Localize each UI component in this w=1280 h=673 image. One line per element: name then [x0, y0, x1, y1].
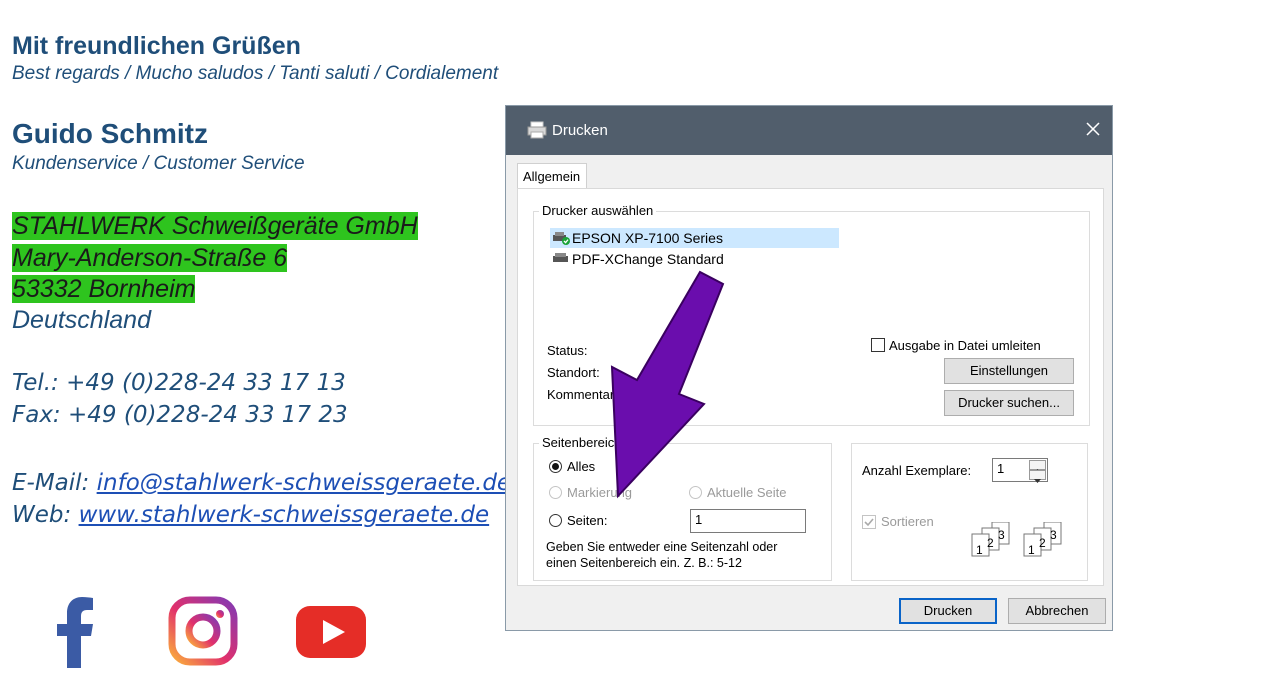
print-dialog: Drucken Allgemein Drucker auswählen EPSO…: [505, 105, 1113, 631]
youtube-icon[interactable]: [296, 606, 366, 658]
collate-label: Sortieren: [881, 514, 934, 529]
street: Mary-Anderson-Straße 6: [12, 244, 288, 273]
annotation-arrow: [600, 262, 730, 502]
facebook-icon[interactable]: [55, 596, 95, 668]
copies-label: Anzahl Exemplare:: [862, 463, 972, 478]
greeting-subtitle: Best regards / Mucho saludos / Tanti sal…: [12, 63, 499, 84]
web-label: Web:: [12, 502, 79, 528]
collate-illustration: 1 2 3 1 2 3: [970, 521, 1070, 562]
city: 53332 Bornheim: [12, 275, 196, 304]
greeting: Mit freundlichen Grüßen: [12, 32, 301, 60]
print-to-file-checkbox[interactable]: [871, 338, 885, 352]
web-link[interactable]: www.stahlwerk-schweissgeraete.de: [79, 502, 490, 528]
company-name-text: STAHLWERK Schweißgeräte GmbH: [12, 212, 418, 240]
copies-input[interactable]: 1: [992, 458, 1048, 483]
collate-checkbox[interactable]: [862, 515, 876, 529]
printer-name: EPSON XP-7100 Series: [572, 230, 723, 246]
close-icon[interactable]: [1084, 120, 1102, 138]
settings-button[interactable]: Einstellungen: [944, 358, 1074, 384]
range-pages-radio[interactable]: [549, 514, 562, 527]
print-to-file-label: Ausgabe in Datei umleiten: [889, 338, 1041, 353]
range-all-label: Alles: [567, 459, 596, 474]
fax: Fax: +49 (0)228-24 33 17 23: [12, 402, 348, 428]
telephone: Tel.: +49 (0)228-24 33 17 13: [12, 370, 346, 396]
printer-icon: [527, 121, 547, 139]
range-selection-radio[interactable]: [549, 486, 562, 499]
printer-list-item[interactable]: EPSON XP-7100 Series: [550, 228, 839, 248]
web-line: Web: www.stahlwerk-schweissgeraete.de: [12, 502, 489, 528]
collate-page-number: 3: [998, 528, 1005, 542]
range-hint-line2: einen Seitenbereich ein. Z. B.: 5-12: [546, 556, 742, 570]
range-hint-line1: Geben Sie entweder eine Seitenzahl oder: [546, 540, 778, 554]
printer-default-icon: [552, 231, 570, 245]
email-line: E-Mail: info@stahlwerk-schweissgeraete.d…: [12, 470, 511, 496]
city-text: 53332 Bornheim: [12, 275, 196, 303]
spin-down-icon[interactable]: [1029, 470, 1046, 483]
dialog-titlebar: Drucken: [506, 106, 1112, 155]
spin-up-icon[interactable]: [1029, 460, 1046, 473]
dialog-title: Drucken: [552, 122, 608, 139]
printer-icon: [552, 252, 570, 266]
location-label: Standort:: [547, 365, 600, 380]
copies-value: 1: [997, 461, 1005, 476]
collate-page-number: 3: [1050, 528, 1057, 542]
range-pages-label: Seiten:: [567, 513, 608, 528]
range-all-radio[interactable]: [549, 460, 562, 473]
company-name: STAHLWERK Schweißgeräte GmbH: [12, 212, 418, 241]
collate-page-number: 1: [976, 543, 983, 557]
collate-page-number: 2: [987, 536, 994, 550]
street-text: Mary-Anderson-Straße 6: [12, 244, 288, 272]
email-label: E-Mail:: [12, 470, 97, 496]
pages-input[interactable]: 1: [690, 509, 806, 533]
status-label: Status:: [547, 343, 588, 358]
tab-general-label: Allgemein: [523, 169, 581, 184]
collate-page-number: 1: [1028, 543, 1035, 557]
collate-page-number: 2: [1039, 536, 1046, 550]
email-link[interactable]: info@stahlwerk-schweissgeraete.de: [97, 470, 511, 496]
copies-group: Anzahl Exemplare: 1 Sortieren 1 2 3 1 2 …: [851, 443, 1088, 581]
cancel-button[interactable]: Abbrechen: [1008, 598, 1106, 624]
find-printer-button[interactable]: Drucker suchen...: [944, 390, 1074, 416]
tab-general[interactable]: Allgemein: [517, 163, 587, 189]
instagram-icon[interactable]: [168, 596, 238, 666]
printer-group-title: Drucker auswählen: [539, 203, 657, 218]
print-button[interactable]: Drucken: [899, 598, 997, 624]
country: Deutschland: [12, 306, 151, 334]
sender-name: Guido Schmitz: [12, 118, 208, 149]
sender-role: Kundenservice / Customer Service: [12, 153, 305, 174]
